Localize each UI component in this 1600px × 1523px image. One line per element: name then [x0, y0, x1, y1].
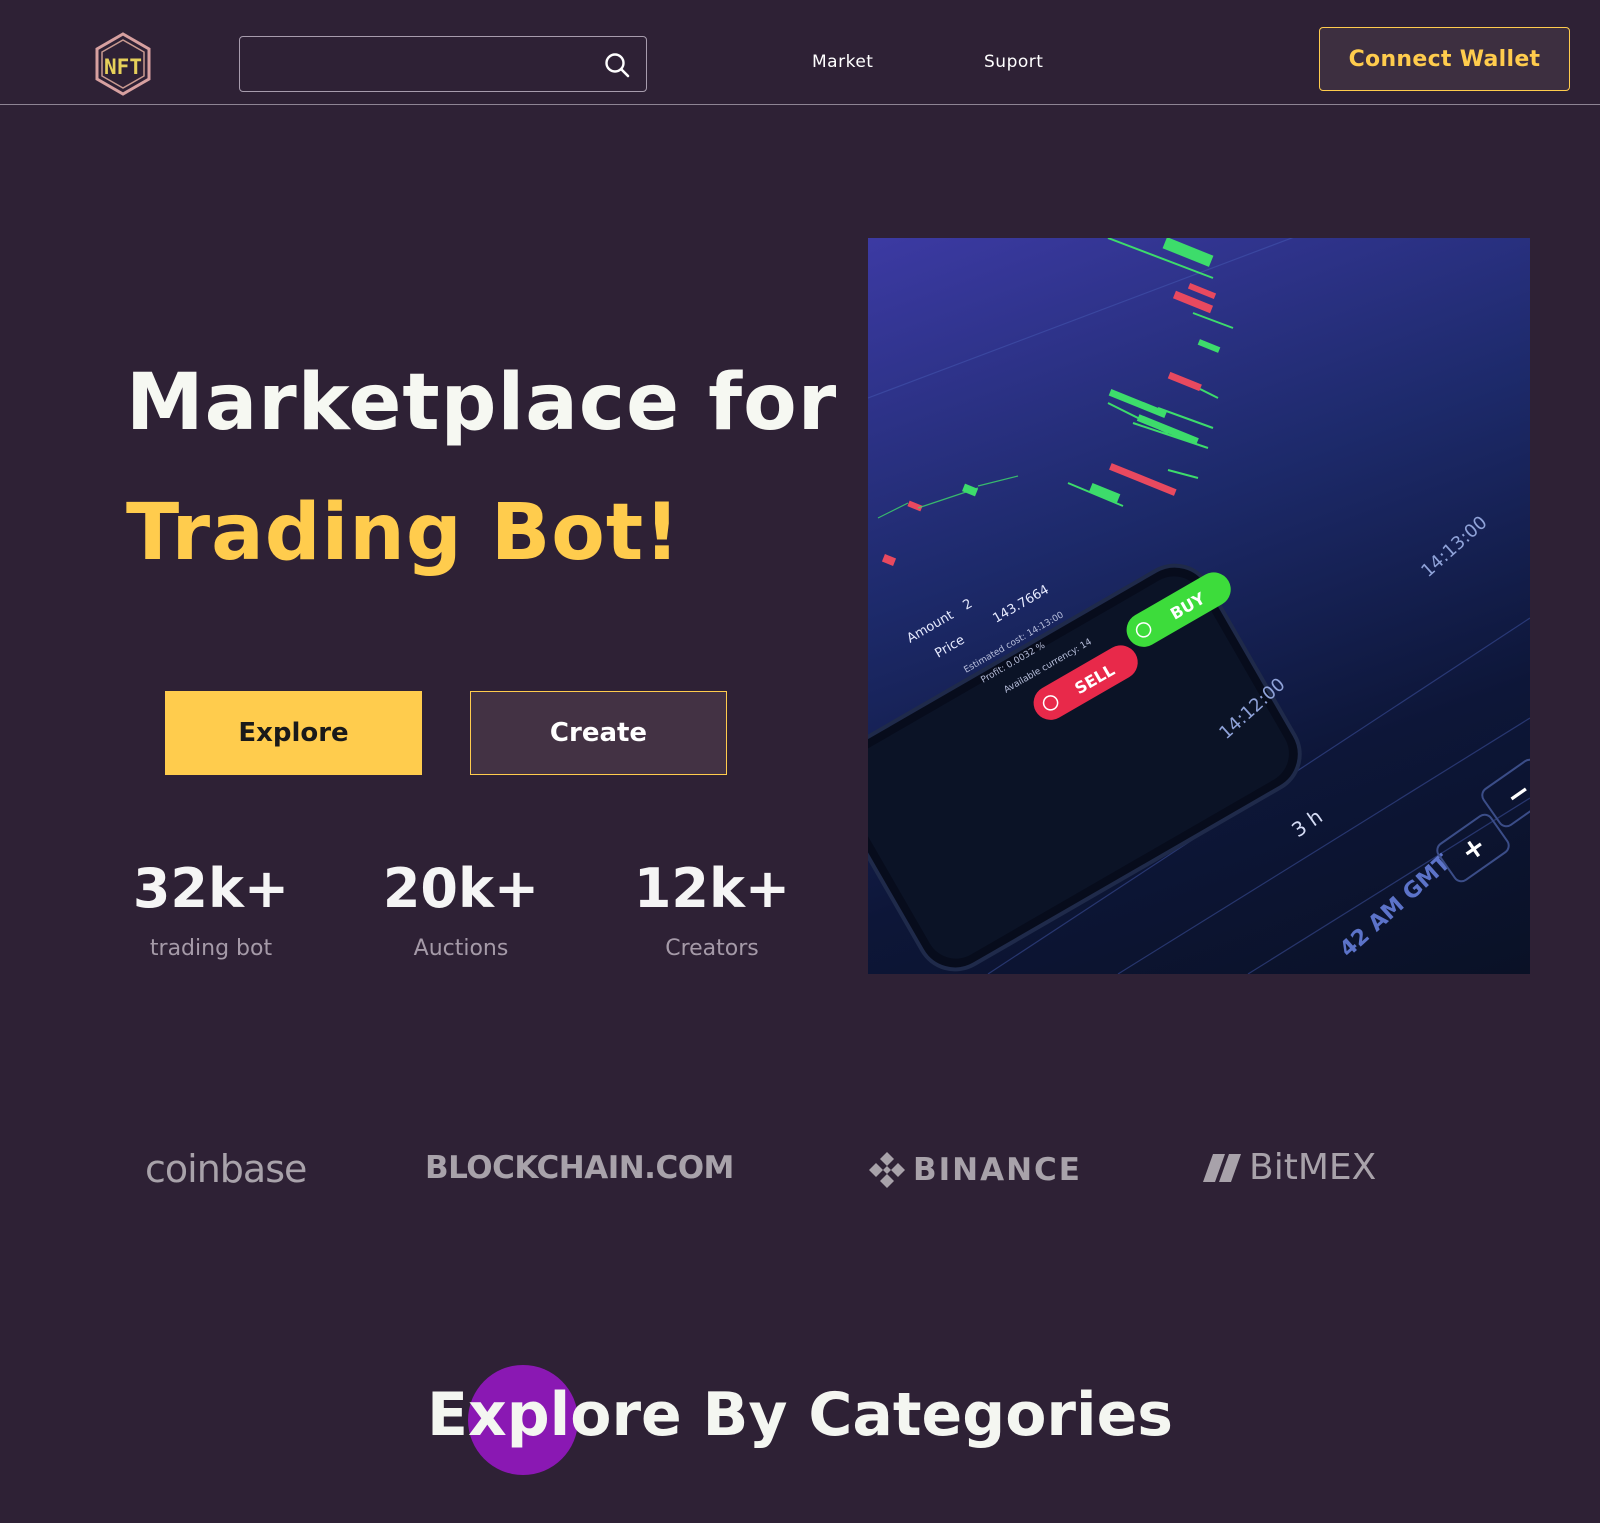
stat-label: Auctions	[413, 936, 509, 961]
zoom-in-label: +	[1454, 828, 1492, 868]
timeframe-label: 3 h	[1287, 804, 1327, 842]
site-header: NFT Market Suport Connect Wallet	[0, 0, 1600, 105]
stat-auctions: 20k+ Auctions	[361, 857, 561, 962]
search-icon[interactable]	[604, 52, 630, 78]
bitmex-wordmark: BitMEX	[1249, 1147, 1377, 1188]
stat-trading-bot: 32k+ trading bot	[111, 857, 311, 962]
zoom-out-label: −	[1499, 773, 1530, 813]
nft-logo[interactable]: NFT	[90, 31, 156, 97]
trading-illustration: Amount 2 Price 143.7664 Estimated cost: …	[868, 238, 1530, 974]
partner-logo-binance: BINANCE	[867, 1150, 1082, 1190]
stat-creators: 12k+ Creators	[612, 857, 812, 962]
binance-icon	[869, 1152, 905, 1188]
search-bar	[239, 36, 647, 92]
bitmex-icon	[1203, 1154, 1241, 1182]
stat-label: trading bot	[149, 936, 273, 961]
hero-title-line1: Marketplace for	[126, 358, 838, 448]
binance-wordmark: BINANCE	[913, 1151, 1082, 1188]
clock-label: 42 AM GMT	[1335, 850, 1456, 962]
amount-value: 2	[961, 596, 976, 613]
zoom-out-control: −	[1481, 758, 1530, 828]
partner-logo-bitmex: BitMEX	[1203, 1150, 1376, 1186]
nav-market-link[interactable]: Market	[812, 52, 873, 72]
stat-label: Creators	[665, 936, 759, 961]
section-title-categories: Explore By Categories	[427, 1380, 1173, 1450]
connect-wallet-button[interactable]: Connect Wallet	[1319, 27, 1570, 91]
search-input[interactable]	[240, 37, 580, 91]
create-button[interactable]: Create	[470, 691, 727, 775]
nav-support-link[interactable]: Suport	[984, 52, 1043, 72]
hero-trading-image: Amount 2 Price 143.7664 Estimated cost: …	[868, 238, 1530, 974]
partner-logo-coinbase: coinbase	[145, 1147, 307, 1191]
time-label-2: 14:13:00	[1417, 512, 1491, 582]
explore-button[interactable]: Explore	[165, 691, 422, 775]
logo-text: NFT	[104, 55, 142, 79]
stat-value: 12k+	[633, 857, 791, 920]
price-label: Price	[933, 633, 968, 662]
stat-value: 32k+	[132, 857, 290, 920]
partner-logo-blockchain: BLOCKCHAIN.COM	[425, 1150, 734, 1186]
stat-value: 20k+	[382, 857, 540, 920]
hero-title-line2: Trading Bot!	[126, 488, 681, 578]
